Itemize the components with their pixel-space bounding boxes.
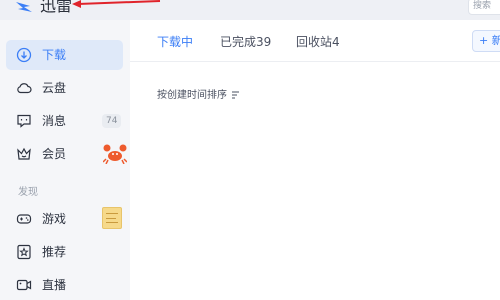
app-title: 迅雷 [40,0,73,15]
search-input[interactable]: 搜索 [468,0,500,15]
red-arrow-annotation [72,0,161,8]
message-icon [17,114,31,128]
crown-icon [17,147,31,160]
cloud-icon [17,83,32,94]
sidebar-item-label: 会员 [42,147,67,161]
sidebar-item-recommend[interactable]: 推荐 [6,237,123,267]
title-bar: 迅雷 搜索 [0,0,500,20]
download-tabs: 下载中 已完成39 回收站4 + 新 [130,20,500,62]
sort-control[interactable]: 按创建时间排序 [157,86,240,101]
tab-downloading[interactable]: 下载中 [157,33,193,50]
sidebar-item-live[interactable]: 直播 [6,270,123,300]
gamepad-icon [16,214,32,224]
sort-label: 按创建时间排序 [157,90,227,101]
sidebar-item-label: 推荐 [42,245,67,259]
sidebar-item-label: 直播 [42,278,67,292]
tab-completed[interactable]: 已完成39 [220,33,271,50]
sidebar-item-messages[interactable]: 消息 74 [6,106,123,136]
sidebar-item-label: 消息 [42,114,67,128]
app-window: 迅雷 搜索 下载 云盘 消息 74 会员 发现 游戏 推荐 直播 下载中 已完成… [0,0,500,300]
tab-recycle-bin[interactable]: 回收站4 [296,33,340,50]
sidebar-item-label: 云盘 [42,81,67,95]
unread-count-badge: 74 [102,114,122,128]
sidebar-item-vip[interactable]: 会员 [6,139,127,169]
sidebar-item-download[interactable]: 下载 [6,40,123,70]
new-task-button[interactable]: + 新 [472,30,500,52]
crab-mascot-icon [103,144,127,164]
sidebar: 下载 云盘 消息 74 会员 发现 游戏 推荐 直播 [0,20,130,300]
discover-section-title: 发现 [18,187,38,198]
star-icon [17,244,31,260]
sidebar-item-games[interactable]: 游戏 [6,204,123,234]
sidebar-item-label: 下载 [42,48,67,62]
game-thumbnail [102,207,122,229]
xunlei-logo-icon [16,2,32,12]
live-icon [16,279,32,291]
sidebar-item-label: 游戏 [42,212,67,226]
sidebar-item-cloud[interactable]: 云盘 [6,73,123,103]
main-panel: 下载中 已完成39 回收站4 + 新 按创建时间排序 [130,20,500,300]
download-icon [16,47,32,63]
sort-icon [232,91,240,99]
